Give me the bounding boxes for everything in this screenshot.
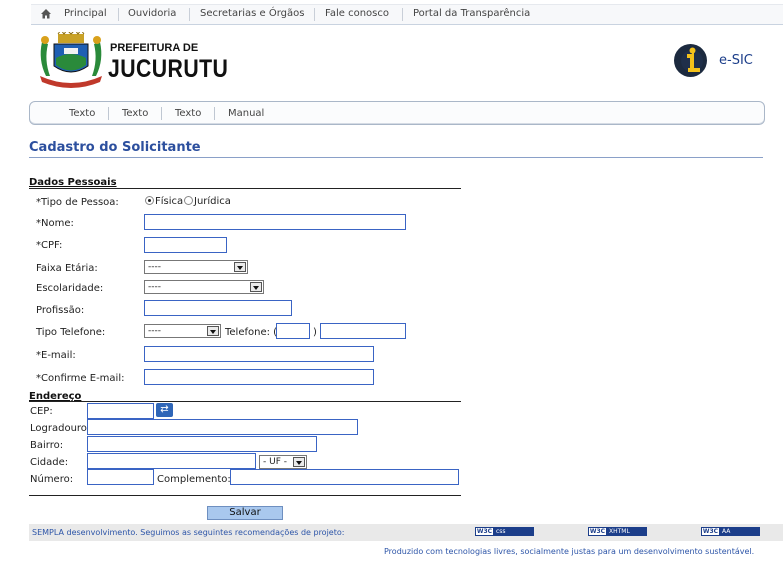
topnav-link-fale-conosco[interactable]: Fale conosco (325, 8, 389, 19)
tipo-telefone-label: Tipo Telefone: (36, 327, 106, 338)
subnav-link-texto-1[interactable]: Texto (69, 108, 95, 119)
chevron-down-icon[interactable] (293, 457, 305, 467)
w3c-css-badge[interactable]: W3C css (475, 527, 534, 536)
telefone-label: Telefone: ( (225, 327, 278, 338)
faixa-etaria-value: ---- (148, 262, 161, 272)
tipo-telefone-value: ---- (148, 326, 161, 336)
w3c-badge-tag: W3C (476, 528, 493, 535)
footer-text: SEMPLA desenvolvimento. Seguimos as segu… (32, 528, 345, 537)
section-title-dados-pessoais: Dados Pessoais (29, 177, 117, 188)
email-label: *E-mail: (36, 350, 76, 361)
bairro-label: Bairro: (30, 440, 64, 451)
divider (402, 8, 403, 21)
telefone-close-paren: ) (313, 327, 317, 338)
topnav-link-transparencia[interactable]: Portal da Transparência (413, 8, 530, 19)
secondary-navigation: Texto Texto Texto Manual (29, 101, 765, 125)
telefone-number-input[interactable] (320, 323, 406, 339)
email-input[interactable] (144, 346, 374, 362)
logo-line2: JUCURUTU (108, 55, 229, 83)
form-divider (29, 495, 461, 496)
tipo-telefone-select[interactable]: ---- (144, 324, 221, 338)
cep-label: CEP: (30, 406, 53, 417)
logo-line1: PREFEITURA DE (110, 42, 199, 54)
subnav-link-texto-3[interactable]: Texto (175, 108, 201, 119)
topnav-link-ouvidoria[interactable]: Ouvidoria (128, 8, 176, 19)
w3c-badge-text: css (493, 528, 533, 535)
cidade-input[interactable] (87, 453, 256, 469)
numero-label: Número: (30, 474, 74, 485)
title-divider (29, 157, 763, 158)
chevron-down-icon[interactable] (234, 262, 246, 272)
page-title: Cadastro do Solicitante (29, 140, 201, 155)
uf-select[interactable]: - UF - (259, 455, 307, 469)
escolaridade-select[interactable]: ---- (144, 280, 264, 294)
divider (214, 107, 215, 120)
credits-text: Produzido com tecnologias livres, social… (384, 547, 755, 556)
logradouro-input[interactable] (87, 419, 358, 435)
topnav-link-secretarias[interactable]: Secretarias e Órgãos (200, 8, 304, 19)
divider (108, 107, 109, 120)
uf-value: - UF - (263, 457, 287, 467)
section-divider (29, 401, 461, 402)
topnav-link-principal[interactable]: Principal (64, 8, 107, 19)
w3c-badge-text: AA (719, 528, 759, 535)
w3c-badge-tag: W3C (702, 528, 719, 535)
logradouro-label: Logradouro: (30, 423, 91, 434)
radio-fisica[interactable] (145, 196, 154, 205)
subnav-link-texto-2[interactable]: Texto (122, 108, 148, 119)
faixa-etaria-select[interactable]: ---- (144, 260, 248, 274)
w3c-badge-text: XHTML (606, 528, 646, 535)
save-button[interactable]: Salvar (207, 506, 283, 520)
divider (314, 8, 315, 21)
cidade-label: Cidade: (30, 457, 69, 468)
city-coat-of-arms-logo[interactable] (36, 32, 106, 90)
divider (189, 8, 190, 21)
nome-input[interactable] (144, 214, 406, 230)
escolaridade-value: ---- (148, 282, 161, 292)
telefone-ddd-input[interactable] (276, 323, 310, 339)
refresh-icon[interactable]: ⇄ (156, 403, 173, 417)
cpf-input[interactable] (144, 237, 227, 253)
w3c-aa-badge[interactable]: W3C AA (701, 527, 760, 536)
bairro-input[interactable] (87, 436, 317, 452)
escolaridade-label: Escolaridade: (36, 283, 104, 294)
home-icon[interactable] (40, 8, 52, 20)
nome-label: *Nome: (36, 218, 74, 229)
subnav-link-manual[interactable]: Manual (228, 108, 264, 119)
divider (118, 8, 119, 21)
confirme-email-input[interactable] (144, 369, 374, 385)
info-icon[interactable] (674, 44, 707, 77)
divider (161, 107, 162, 120)
numero-input[interactable] (87, 469, 154, 485)
confirme-email-label: *Confirme E-mail: (36, 373, 125, 384)
w3c-badge-tag: W3C (589, 528, 606, 535)
radio-juridica-label[interactable]: Jurídica (194, 196, 231, 207)
radio-juridica[interactable] (184, 196, 193, 205)
cpf-label: *CPF: (36, 240, 63, 251)
profissao-input[interactable] (144, 300, 292, 316)
complemento-input[interactable] (230, 469, 459, 485)
tipo-pessoa-label: *Tipo de Pessoa: (36, 197, 119, 208)
cep-input[interactable] (87, 403, 154, 419)
top-navigation: Principal Ouvidoria Secretarias e Órgãos… (31, 4, 783, 25)
chevron-down-icon[interactable] (207, 326, 219, 336)
complemento-label: Complemento: (157, 474, 231, 485)
chevron-down-icon[interactable] (250, 282, 262, 292)
w3c-xhtml-badge[interactable]: W3C XHTML (588, 527, 647, 536)
profissao-label: Profissão: (36, 305, 85, 316)
section-divider (29, 188, 461, 189)
esic-label[interactable]: e-SIC (719, 53, 753, 68)
radio-fisica-label[interactable]: Física (155, 196, 183, 207)
faixa-etaria-label: Faixa Etária: (36, 263, 98, 274)
